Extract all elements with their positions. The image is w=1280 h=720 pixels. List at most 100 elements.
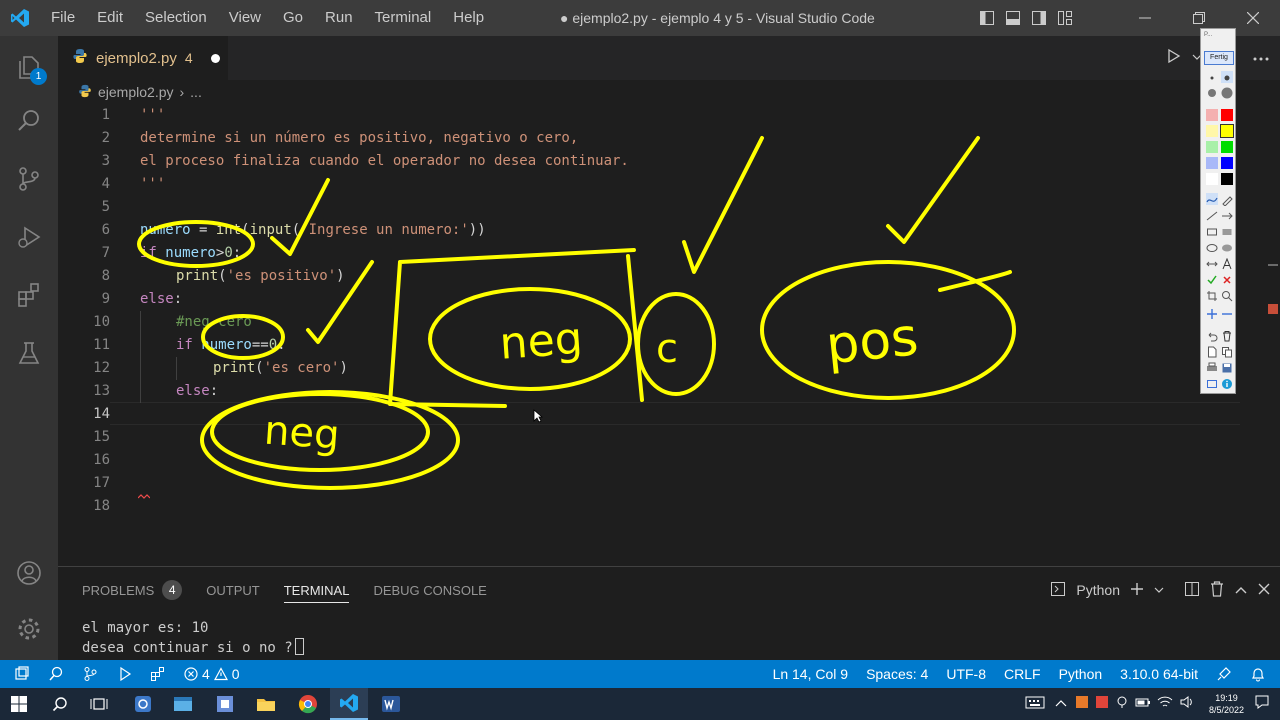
zoom-in-icon[interactable] bbox=[1206, 307, 1218, 319]
status-language[interactable]: Python bbox=[1050, 660, 1112, 688]
line-tool-icon[interactable] bbox=[1206, 209, 1218, 221]
crop-tool-icon[interactable] bbox=[1206, 289, 1218, 301]
terminal-dropdown-chevron-icon[interactable] bbox=[1154, 582, 1164, 598]
status-extensions-icon[interactable] bbox=[141, 660, 175, 688]
menu-run[interactable]: Run bbox=[314, 0, 364, 36]
manage-gear-icon[interactable] bbox=[0, 600, 58, 658]
freehand-pen-icon[interactable] bbox=[1206, 193, 1218, 205]
code-editor[interactable]: 1 2 3 4 5 6 7 8 9 10 11 12 13 14 15 16 1… bbox=[58, 104, 1280, 566]
tray-wifi-icon[interactable] bbox=[1157, 695, 1173, 714]
unsaved-dot-icon[interactable] bbox=[210, 53, 220, 63]
app-window-icon[interactable] bbox=[164, 688, 202, 720]
maximize-panel-chevron-up-icon[interactable] bbox=[1234, 582, 1248, 598]
toggle-secondary-sidebar-icon[interactable] bbox=[1026, 0, 1052, 36]
tray-battery-icon[interactable] bbox=[1135, 695, 1151, 714]
color-light-yellow-icon[interactable] bbox=[1206, 125, 1218, 137]
save-icon[interactable] bbox=[1221, 361, 1233, 373]
copy-icon[interactable] bbox=[1221, 345, 1233, 358]
highlighter-icon[interactable] bbox=[1221, 193, 1233, 207]
info-icon[interactable] bbox=[1221, 377, 1233, 389]
tray-webcam-icon[interactable] bbox=[1115, 695, 1129, 714]
menu-file[interactable]: File bbox=[40, 0, 86, 36]
new-page-icon[interactable] bbox=[1206, 345, 1218, 358]
arrow-tool-icon[interactable] bbox=[1221, 209, 1233, 221]
breadcrumb-file[interactable]: ejemplo2.py bbox=[98, 84, 174, 100]
pen-size-small-icon[interactable] bbox=[1206, 71, 1218, 83]
tab-debug-console[interactable]: DEBUG CONSOLE bbox=[373, 567, 486, 613]
run-file-icon[interactable] bbox=[1166, 48, 1182, 69]
breadcrumb-more[interactable]: ... bbox=[190, 84, 202, 100]
testing-flask-icon[interactable] bbox=[0, 324, 58, 382]
taskbar-search-icon[interactable] bbox=[41, 688, 79, 720]
app-settings-icon[interactable] bbox=[206, 688, 244, 720]
status-interpreter[interactable]: 3.10.0 64-bit bbox=[1111, 660, 1207, 688]
check-stamp-icon[interactable] bbox=[1206, 273, 1218, 285]
extensions-icon[interactable] bbox=[0, 266, 58, 324]
color-blue-icon[interactable] bbox=[1221, 157, 1233, 169]
explorer-icon[interactable]: 1 bbox=[0, 38, 58, 96]
close-panel-icon[interactable] bbox=[1258, 582, 1270, 598]
keyboard-icon[interactable] bbox=[1025, 695, 1045, 714]
color-yellow-icon[interactable] bbox=[1220, 124, 1234, 138]
status-search-icon[interactable] bbox=[39, 660, 73, 688]
toggle-sidebar-icon[interactable] bbox=[974, 0, 1000, 36]
new-terminal-icon[interactable] bbox=[1130, 582, 1144, 599]
file-explorer-icon[interactable] bbox=[247, 688, 285, 720]
vscode-taskbar-icon[interactable] bbox=[330, 688, 368, 720]
source-control-icon[interactable] bbox=[0, 150, 58, 208]
status-indentation[interactable]: Spaces: 4 bbox=[857, 660, 937, 688]
menu-selection[interactable]: Selection bbox=[134, 0, 218, 36]
rectangle-tool-icon[interactable] bbox=[1206, 225, 1218, 237]
kill-terminal-trash-icon[interactable] bbox=[1210, 580, 1224, 600]
color-red-icon[interactable] bbox=[1221, 109, 1233, 121]
trash-icon[interactable] bbox=[1221, 329, 1233, 342]
tab-problems[interactable]: PROBLEMS 4 bbox=[82, 567, 183, 613]
tray-app-icon[interactable] bbox=[1095, 695, 1109, 714]
color-black-icon[interactable] bbox=[1221, 173, 1233, 185]
menu-view[interactable]: View bbox=[218, 0, 272, 36]
vscode-logo-icon[interactable] bbox=[0, 0, 40, 36]
notifications-bell-icon[interactable] bbox=[1241, 660, 1280, 688]
run-debug-icon[interactable] bbox=[0, 208, 58, 266]
color-light-blue-icon[interactable] bbox=[1206, 157, 1218, 169]
filled-ellipse-tool-icon[interactable] bbox=[1221, 241, 1233, 253]
minimize-icon[interactable] bbox=[1118, 0, 1172, 36]
status-encoding[interactable]: UTF-8 bbox=[937, 660, 995, 688]
status-run-debug-icon[interactable] bbox=[107, 660, 141, 688]
tray-chevron-up-icon[interactable] bbox=[1055, 695, 1067, 713]
zoom-tool-icon[interactable] bbox=[1221, 289, 1233, 302]
menu-go[interactable]: Go bbox=[272, 0, 314, 36]
screenshot-icon[interactable] bbox=[1206, 377, 1218, 389]
menu-terminal[interactable]: Terminal bbox=[364, 0, 443, 36]
windows-start-icon[interactable] bbox=[0, 688, 38, 720]
filled-rectangle-tool-icon[interactable] bbox=[1221, 225, 1233, 237]
color-white-icon[interactable] bbox=[1206, 173, 1218, 185]
zoom-out-icon[interactable] bbox=[1221, 307, 1233, 319]
double-arrow-tool-icon[interactable] bbox=[1206, 257, 1218, 269]
pen-size-medium-icon[interactable] bbox=[1221, 71, 1233, 83]
tray-app-icon[interactable] bbox=[1075, 695, 1089, 714]
customize-layout-icon[interactable] bbox=[1052, 0, 1078, 36]
text-tool-icon[interactable] bbox=[1221, 257, 1233, 270]
overview-ruler[interactable] bbox=[1266, 104, 1280, 566]
taskbar-clock[interactable]: 19:19 8/5/2022 bbox=[1199, 692, 1254, 716]
undo-icon[interactable] bbox=[1206, 329, 1218, 342]
pen-size-large-icon[interactable] bbox=[1206, 86, 1218, 98]
toggle-panel-icon[interactable] bbox=[1000, 0, 1026, 36]
feedback-icon[interactable] bbox=[1207, 660, 1241, 688]
accounts-icon[interactable] bbox=[0, 544, 58, 602]
task-view-icon[interactable] bbox=[80, 688, 118, 720]
pen-size-xlarge-icon[interactable] bbox=[1221, 86, 1233, 99]
cross-stamp-icon[interactable] bbox=[1221, 273, 1233, 285]
terminal-shell-name[interactable]: Python bbox=[1076, 582, 1120, 598]
chrome-icon[interactable] bbox=[289, 688, 327, 720]
color-light-green-icon[interactable] bbox=[1206, 141, 1218, 153]
menu-help[interactable]: Help bbox=[442, 0, 495, 36]
status-eol[interactable]: CRLF bbox=[995, 660, 1050, 688]
color-light-red-icon[interactable] bbox=[1206, 109, 1218, 121]
menu-edit[interactable]: Edit bbox=[86, 0, 134, 36]
terminal-shell-icon[interactable] bbox=[1050, 581, 1066, 600]
word-icon[interactable] bbox=[372, 688, 410, 720]
print-icon[interactable] bbox=[1206, 361, 1218, 373]
app-network-icon[interactable] bbox=[124, 688, 162, 720]
